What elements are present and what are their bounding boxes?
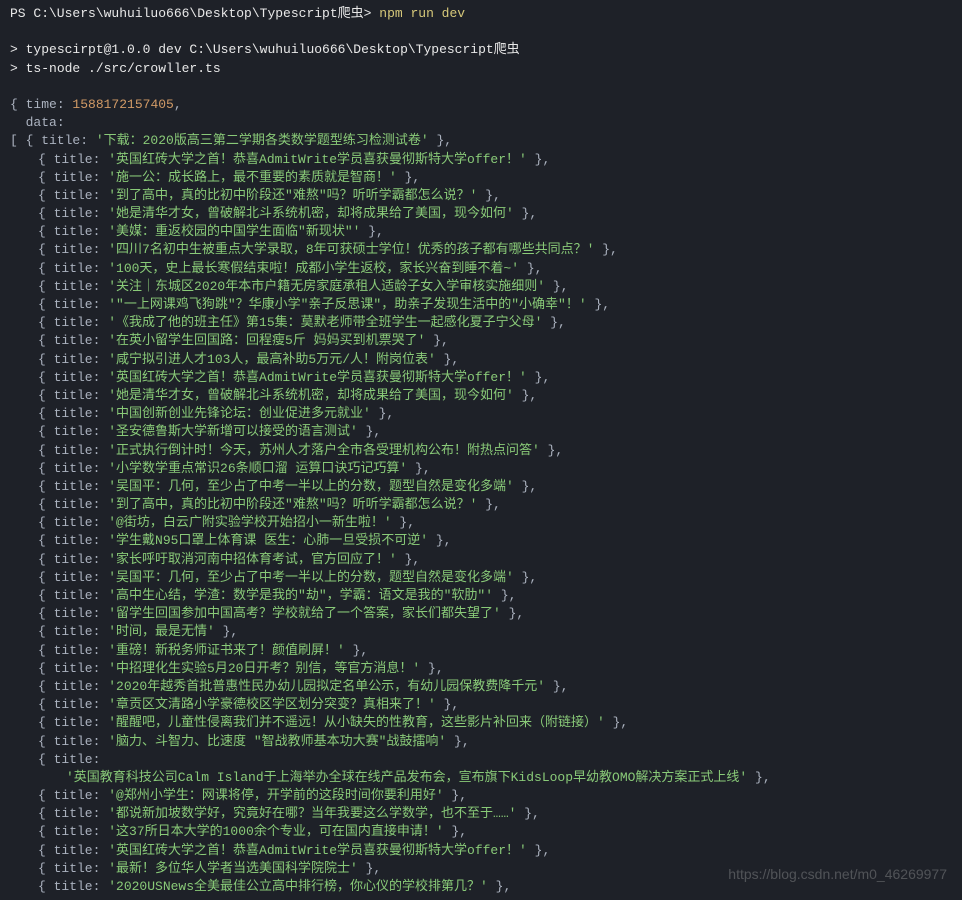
command-text: npm run dev [379, 6, 465, 21]
prompt-arrow: > [364, 6, 380, 21]
data-key: data: [10, 114, 952, 132]
echo-line-1: > typescirpt@1.0.0 dev C:\Users\wuhuiluo… [10, 41, 952, 59]
prompt-path: C:\Users\wuhuiluo666\Desktop\Typescript爬… [33, 6, 363, 21]
list-item: { title: '施一公：成长路上，最不重要的素质就是智商！' }, [10, 169, 952, 187]
list-item: { title: '关注｜东城区2020年本市户籍无房家庭承租人适龄子女入学审核… [10, 278, 952, 296]
list-item: { title: '正式执行倒计时！今天，苏州人才落户全市各受理机构公布！附热点… [10, 442, 952, 460]
list-item: { title: '高中生心结，学渣：数学是我的"劫"，学霸：语文是我的"软肋"… [10, 587, 952, 605]
list-item: { title: '在英小留学生回国路：回程瘦5斤 妈妈买到机票哭了' }, [10, 332, 952, 350]
list-item: { title: '到了高中，真的比初中阶段还"难熬"吗？听听学霸都怎么说？' … [10, 496, 952, 514]
list-item: { title: '@郑州小学生：网课将停，开学前的这段时间你要利用好' }, [10, 787, 952, 805]
list-item: { title: '时间，最是无情' }, [10, 623, 952, 641]
list-item: { title: '英国红砖大学之首！恭喜AdmitWrite学员喜获曼彻斯特大… [10, 369, 952, 387]
list-item: { title: '吴国平：几何，至少占了中考一半以上的分数，题型自然是变化多端… [10, 569, 952, 587]
echo-line-2: > ts-node ./src/crowller.ts [10, 60, 952, 78]
list-item: { title: '吴国平：几何，至少占了中考一半以上的分数，题型自然是变化多端… [10, 478, 952, 496]
list-item-wrapped: '英国教育科技公司Calm Island于上海举办全球在线产品发布会，宣布旗下K… [10, 769, 952, 787]
object-open: { time: 1588172157405, [10, 96, 952, 114]
items-container: [ { title: '下载：2020版高三第二学期各类数学题型练习检测试卷' … [10, 132, 952, 896]
list-item: { title: '章贡区文清路小学豪德校区学区划分突变？真相来了！' }, [10, 696, 952, 714]
list-item: { title: '这37所日本大学的1000余个专业，可在国内直接申请！' }… [10, 823, 952, 841]
list-item: { title: '家长呼吁取消河南中招体育考试，官方回应了！' }, [10, 551, 952, 569]
list-item: { title: '中招理化生实验5月20日开考？别信，等官方消息！' }, [10, 660, 952, 678]
watermark: https://blog.csdn.net/m0_46269977 [728, 865, 947, 885]
list-item: { title: '她是清华才女，曾破解北斗系统机密，却将成果给了美国，现今如何… [10, 387, 952, 405]
list-item: { title: '@街坊，白云广附实验学校开始招小一新生啦！' }, [10, 514, 952, 532]
prompt-line[interactable]: PS C:\Users\wuhuiluo666\Desktop\Typescri… [10, 5, 952, 23]
list-item: { title: '2020年越秀首批普惠性民办幼儿园拟定名单公示，有幼儿园保教… [10, 678, 952, 696]
list-item: { title: '圣安德鲁斯大学新增可以接受的语言测试' }, [10, 423, 952, 441]
list-item: { title: '咸宁拟引进人才103人，最高补助5万元/人！附岗位表' }, [10, 351, 952, 369]
list-item: { title: '"一上网课鸡飞狗跳"？华康小学"亲子反思课"，助亲子发现生活… [10, 296, 952, 314]
list-item: { title: '四川7名初中生被重点大学录取，8年可获硕士学位！优秀的孩子都… [10, 241, 952, 259]
list-item: { title: '中国创新创业先锋论坛：创业促进多元就业' }, [10, 405, 952, 423]
list-item: { title: [10, 751, 952, 769]
list-item: [ { title: '下载：2020版高三第二学期各类数学题型练习检测试卷' … [10, 132, 952, 150]
ps-prefix: PS [10, 6, 33, 21]
list-item: { title: '都说新加坡数学好，究竟好在哪？当年我要这么学数学，也不至于…… [10, 805, 952, 823]
list-item: { title: '重磅！新税务师证书来了！颜值刷屏！' }, [10, 642, 952, 660]
list-item: { title: '脑力、斗智力、比速度 "智战教师基本功大赛"战鼓擂响' }, [10, 733, 952, 751]
terminal-output: PS C:\Users\wuhuiluo666\Desktop\Typescri… [10, 5, 952, 896]
list-item: { title: '到了高中，真的比初中阶段还"难熬"吗？听听学霸都怎么说？' … [10, 187, 952, 205]
list-item: { title: '美媒：重返校园的中国学生面临"新现状"' }, [10, 223, 952, 241]
list-item: { title: '小学数学重点常识26条顺口溜 运算口诀巧记巧算' }, [10, 460, 952, 478]
list-item: { title: '留学生回国参加中国高考？学校就给了一个答案，家长们都失望了'… [10, 605, 952, 623]
list-item: { title: '学生戴N95口罩上体育课 医生：心肺一旦受损不可逆' }, [10, 532, 952, 550]
list-item: { title: '她是清华才女，曾破解北斗系统机密，却将成果给了美国，现今如何… [10, 205, 952, 223]
list-item: { title: '英国红砖大学之首！恭喜AdmitWrite学员喜获曼彻斯特大… [10, 151, 952, 169]
list-item: { title: '《我成了他的班主任》第15集：莫默老师带全班学生一起感化夏子… [10, 314, 952, 332]
list-item: { title: '100天，史上最长寒假结束啦！成都小学生返校，家长兴奋到睡不… [10, 260, 952, 278]
list-item: { title: '醒醒吧，儿童性侵离我们并不遥远！从小缺失的性教育，这些影片补… [10, 714, 952, 732]
list-item: { title: '英国红砖大学之首！恭喜AdmitWrite学员喜获曼彻斯特大… [10, 842, 952, 860]
